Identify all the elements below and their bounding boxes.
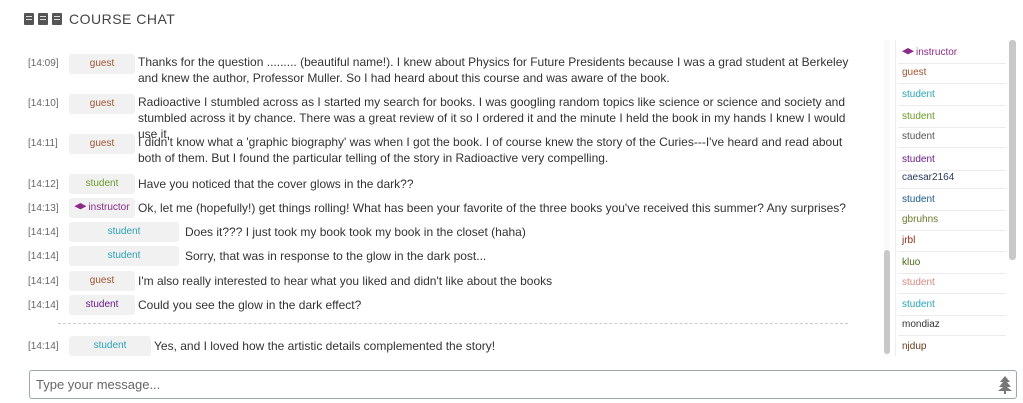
user-roster[interactable]: instructor guest student student student… xyxy=(895,40,1007,356)
roster-item[interactable]: student xyxy=(898,294,1006,316)
author-badge-label: instructor xyxy=(88,202,130,213)
roster-item[interactable]: student xyxy=(898,106,1006,128)
book-icon xyxy=(52,13,62,25)
author-badge[interactable]: student xyxy=(69,246,179,266)
roster-scrollbar[interactable] xyxy=(1009,40,1016,356)
message-timestamp: [14:10] xyxy=(28,98,59,109)
message-composer xyxy=(29,370,1017,399)
message-text: Sorry, that was in response to the glow … xyxy=(185,249,487,263)
roster-item[interactable]: student xyxy=(898,189,1006,211)
roster-item[interactable]: njdup xyxy=(898,336,1006,356)
book-icon xyxy=(38,13,48,25)
message-list[interactable]: [14:09] guest Thanks for the question ..… xyxy=(0,40,880,356)
message-timestamp: [14:14] xyxy=(28,251,59,262)
graduation-cap-icon xyxy=(74,203,87,210)
message-text: Have you noticed that the cover glows in… xyxy=(138,177,414,191)
message-timestamp: [14:14] xyxy=(28,227,59,238)
chat-header: COURSE CHAT xyxy=(24,9,175,29)
roster-item[interactable]: guest xyxy=(898,62,1006,84)
roster-item[interactable]: mondiaz xyxy=(898,314,1006,336)
author-badge[interactable]: student xyxy=(69,174,135,194)
author-badge[interactable]: student xyxy=(69,295,135,315)
roster-item[interactable]: kluo xyxy=(898,252,1006,274)
author-badge[interactable]: guest xyxy=(69,271,135,291)
message-text: Does it??? I just took my book took my b… xyxy=(185,225,526,239)
message-input[interactable] xyxy=(30,371,970,398)
roster-item[interactable]: gbruhns xyxy=(898,209,1006,231)
tree-icon[interactable] xyxy=(998,376,1012,394)
book-icon xyxy=(24,13,34,25)
message-timestamp: [14:11] xyxy=(28,138,58,149)
roster-item[interactable]: student xyxy=(898,84,1006,106)
message-text: I'm also really interested to hear what … xyxy=(138,274,553,288)
roster-item[interactable]: student xyxy=(898,126,1006,148)
author-badge[interactable]: guest xyxy=(69,54,135,74)
author-badge[interactable]: instructor xyxy=(69,198,135,218)
roster-item[interactable]: caesar2164 xyxy=(898,167,1006,189)
message-text: Ok, let me (hopefully!) get things rolli… xyxy=(138,201,846,215)
roster-item[interactable]: jrbl xyxy=(898,230,1006,252)
message-timestamp: [14:14] xyxy=(28,300,59,311)
roster-scrollbar-thumb[interactable] xyxy=(1009,40,1016,260)
author-badge[interactable]: guest xyxy=(69,134,135,154)
message-timestamp: [14:12] xyxy=(28,179,59,190)
author-badge[interactable]: student xyxy=(69,222,179,242)
message-text: Could you see the glow in the dark effec… xyxy=(138,298,362,312)
message-scrollbar-thumb[interactable] xyxy=(884,250,890,354)
roster-item[interactable]: instructor xyxy=(898,42,1006,64)
message-text: I didn't know what a 'graphic biography'… xyxy=(138,135,843,165)
message-divider xyxy=(58,323,848,324)
message-text: Yes, and I loved how the artistic detail… xyxy=(154,339,496,353)
message-text: Thanks for the question ......... (beaut… xyxy=(138,55,849,85)
roster-item[interactable]: student xyxy=(898,272,1006,294)
author-badge[interactable]: guest xyxy=(69,94,135,114)
graduation-cap-icon xyxy=(902,48,914,55)
message-scrollbar[interactable] xyxy=(884,40,890,356)
author-badge[interactable]: student xyxy=(69,336,151,356)
message-timestamp: [14:14] xyxy=(28,276,59,287)
message-timestamp: [14:14] xyxy=(28,341,59,352)
message-timestamp: [14:09] xyxy=(28,58,59,69)
message-timestamp: [14:13] xyxy=(28,203,59,214)
page-title: COURSE CHAT xyxy=(69,11,176,27)
roster-item-label: instructor xyxy=(916,47,958,58)
